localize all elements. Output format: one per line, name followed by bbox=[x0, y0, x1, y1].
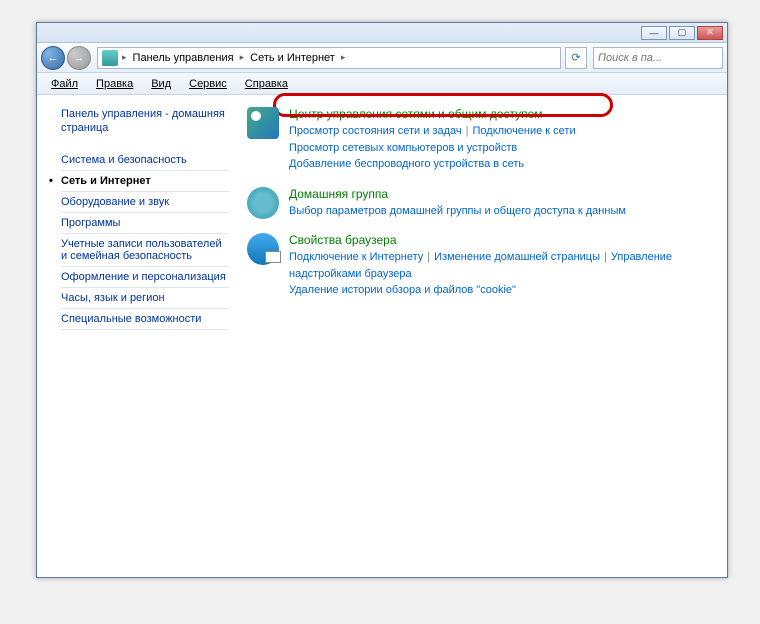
sidebar-item[interactable]: Оборудование и звук bbox=[61, 192, 229, 213]
category-title-link[interactable]: Домашняя группа bbox=[289, 187, 717, 201]
back-button[interactable]: ← bbox=[41, 46, 65, 70]
category-sublinks: Просмотр состояния сети и задач|Подключе… bbox=[289, 123, 717, 173]
crumb-arrow-icon[interactable]: ▸ bbox=[238, 52, 247, 63]
category-body: Домашняя группа Выбор параметров домашней… bbox=[289, 187, 717, 220]
menubar: Файл Правка Вид Сервис Справка bbox=[37, 73, 727, 95]
menu-help[interactable]: Справка bbox=[237, 76, 296, 92]
category-title-link[interactable]: Центр управления сетями и общим доступом bbox=[289, 107, 717, 121]
category-sublink[interactable]: Подключение к Интернету bbox=[289, 251, 423, 263]
minimize-button[interactable]: — bbox=[641, 26, 667, 40]
network-sharing-icon bbox=[247, 107, 279, 139]
homegroup-icon bbox=[247, 187, 279, 219]
sidebar-item-current[interactable]: Сеть и Интернет bbox=[61, 171, 229, 192]
category-body: Свойства браузера Подключение к Интернету… bbox=[289, 233, 717, 299]
menu-file[interactable]: Файл bbox=[43, 76, 86, 92]
control-panel-window: — ▢ ✕ ← → ▸ Панель управления ▸ Сеть и И… bbox=[36, 22, 728, 578]
content-pane: Центр управления сетями и общим доступом… bbox=[237, 95, 727, 577]
category-sublink[interactable]: Изменение домашней страницы bbox=[434, 251, 600, 263]
crumb-arrow-icon[interactable]: ▸ bbox=[339, 52, 348, 63]
nav-toolbar: ← → ▸ Панель управления ▸ Сеть и Интерне… bbox=[37, 43, 727, 73]
category-body: Центр управления сетями и общим доступом… bbox=[289, 107, 717, 173]
category-sublinks: Выбор параметров домашней группы и общег… bbox=[289, 203, 717, 220]
category-block: Центр управления сетями и общим доступом… bbox=[247, 107, 717, 173]
separator: | bbox=[423, 251, 434, 263]
menu-tools[interactable]: Сервис bbox=[181, 76, 235, 92]
category-block: Домашняя группа Выбор параметров домашней… bbox=[247, 187, 717, 220]
category-sublink[interactable]: Удаление истории обзора и файлов "cookie… bbox=[289, 284, 516, 296]
category-sublink[interactable]: Просмотр сетевых компьютеров и устройств bbox=[289, 142, 517, 154]
maximize-button[interactable]: ▢ bbox=[669, 26, 695, 40]
window-body: Панель управления - домашняя страница Си… bbox=[37, 95, 727, 577]
category-sublinks: Подключение к Интернету|Изменение домашн… bbox=[289, 249, 717, 299]
sidebar-item[interactable]: Специальные возможности bbox=[61, 309, 229, 330]
browser-props-icon bbox=[247, 233, 279, 265]
sidebar-item[interactable]: Оформление и персонализация bbox=[61, 267, 229, 288]
titlebar: — ▢ ✕ bbox=[37, 23, 727, 43]
sidebar-item[interactable]: Программы bbox=[61, 213, 229, 234]
control-panel-icon bbox=[102, 50, 118, 66]
separator: | bbox=[600, 251, 611, 263]
search-box[interactable] bbox=[593, 47, 723, 69]
search-input[interactable] bbox=[594, 52, 722, 64]
sidebar-home-link[interactable]: Панель управления - домашняя страница bbox=[61, 107, 229, 136]
category-sublink[interactable]: Добавление беспроводного устройства в се… bbox=[289, 158, 524, 170]
sidebar-item[interactable]: Учетные записи пользователей и семейная … bbox=[61, 234, 229, 267]
category-block: Свойства браузера Подключение к Интернету… bbox=[247, 233, 717, 299]
menu-edit[interactable]: Правка bbox=[88, 76, 141, 92]
category-sublink[interactable]: Просмотр состояния сети и задач bbox=[289, 125, 462, 137]
sidebar-item[interactable]: Система и безопасность bbox=[61, 150, 229, 171]
crumb-arrow-icon[interactable]: ▸ bbox=[120, 52, 129, 63]
breadcrumb-item[interactable]: Панель управления bbox=[129, 52, 238, 64]
sidebar-list: Система и безопасностьСеть и ИнтернетОбо… bbox=[61, 150, 229, 330]
forward-button[interactable]: → bbox=[67, 46, 91, 70]
sidebar-item[interactable]: Часы, язык и регион bbox=[61, 288, 229, 309]
refresh-button[interactable]: ⟳ bbox=[565, 47, 587, 69]
close-button[interactable]: ✕ bbox=[697, 26, 723, 40]
address-bar[interactable]: ▸ Панель управления ▸ Сеть и Интернет ▸ bbox=[97, 47, 561, 69]
category-sublink[interactable]: Подключение к сети bbox=[473, 125, 576, 137]
separator: | bbox=[462, 125, 473, 137]
category-sublink[interactable]: Выбор параметров домашней группы и общег… bbox=[289, 205, 626, 217]
category-title-link[interactable]: Свойства браузера bbox=[289, 233, 717, 247]
menu-view[interactable]: Вид bbox=[143, 76, 179, 92]
sidebar: Панель управления - домашняя страница Си… bbox=[37, 95, 237, 577]
breadcrumb-item[interactable]: Сеть и Интернет bbox=[246, 52, 339, 64]
